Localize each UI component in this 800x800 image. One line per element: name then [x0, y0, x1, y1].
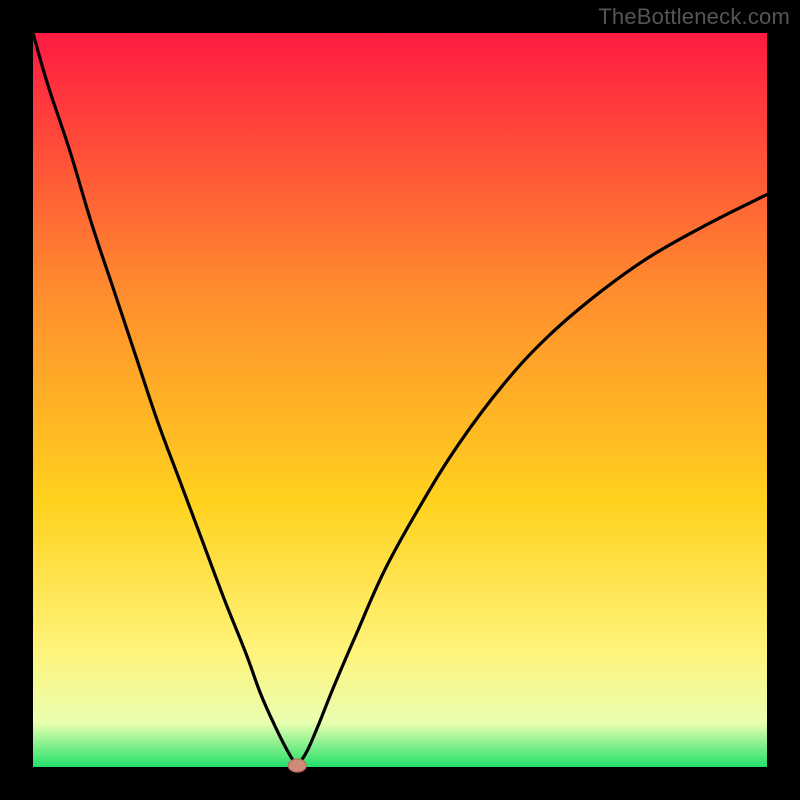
plot-background: [33, 33, 767, 767]
watermark-text: TheBottleneck.com: [598, 4, 790, 30]
bottleneck-chart: [0, 0, 800, 800]
chart-stage: TheBottleneck.com: [0, 0, 800, 800]
minimum-marker: [288, 759, 306, 772]
